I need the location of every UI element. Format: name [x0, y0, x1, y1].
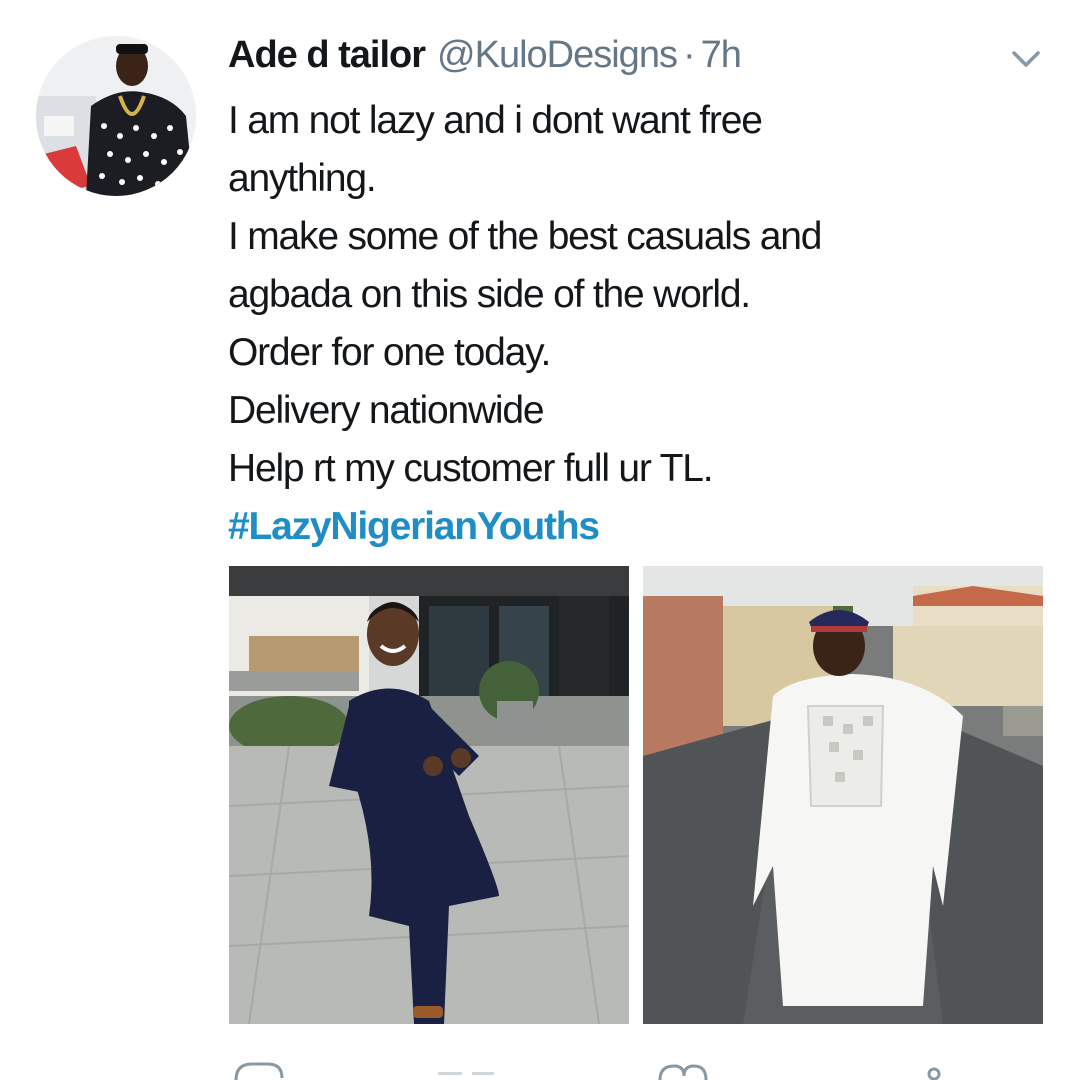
tweet-photo-2[interactable]: [643, 566, 1043, 1024]
chevron-down-icon[interactable]: [1008, 44, 1044, 74]
separator-dot: ·: [682, 34, 696, 76]
tweet-text-line: I make some of the best casuals and: [228, 215, 822, 258]
tweet-text: I am not lazy and i dont want free anyth…: [228, 92, 1028, 556]
retweet-icon[interactable]: [438, 1072, 494, 1075]
share-icon[interactable]: [927, 1067, 941, 1080]
display-name[interactable]: Ade d tailor: [228, 34, 426, 77]
photo-man-white-agbada: [643, 566, 1043, 1024]
hashtag-link[interactable]: #LazyNigerianYouths: [228, 498, 1028, 556]
tweet-text-line: I am not lazy and i dont want free: [228, 99, 763, 142]
tweet-text-line: agbada on this side of the world.: [228, 273, 751, 316]
tweet-actions: [234, 1062, 941, 1080]
tweet-photo-1[interactable]: [229, 566, 629, 1024]
tweet-header: Ade d tailor @KuloDesigns · 7h: [228, 34, 742, 78]
tweet-text-line: Help rt my customer full ur TL.: [228, 447, 714, 490]
tweet-text-line: Delivery nationwide: [228, 389, 545, 432]
avatar[interactable]: [36, 36, 196, 196]
heart-icon[interactable]: [658, 1064, 708, 1080]
avatar-photo: [36, 36, 196, 196]
photo-man-navy-outfit: [229, 566, 629, 1024]
timestamp[interactable]: 7h: [701, 34, 742, 77]
tweet-text-line: anything.: [228, 157, 377, 200]
user-handle[interactable]: @KuloDesigns: [437, 34, 678, 77]
reply-icon[interactable]: [234, 1062, 284, 1080]
tweet-text-line: Order for one today.: [228, 331, 551, 374]
